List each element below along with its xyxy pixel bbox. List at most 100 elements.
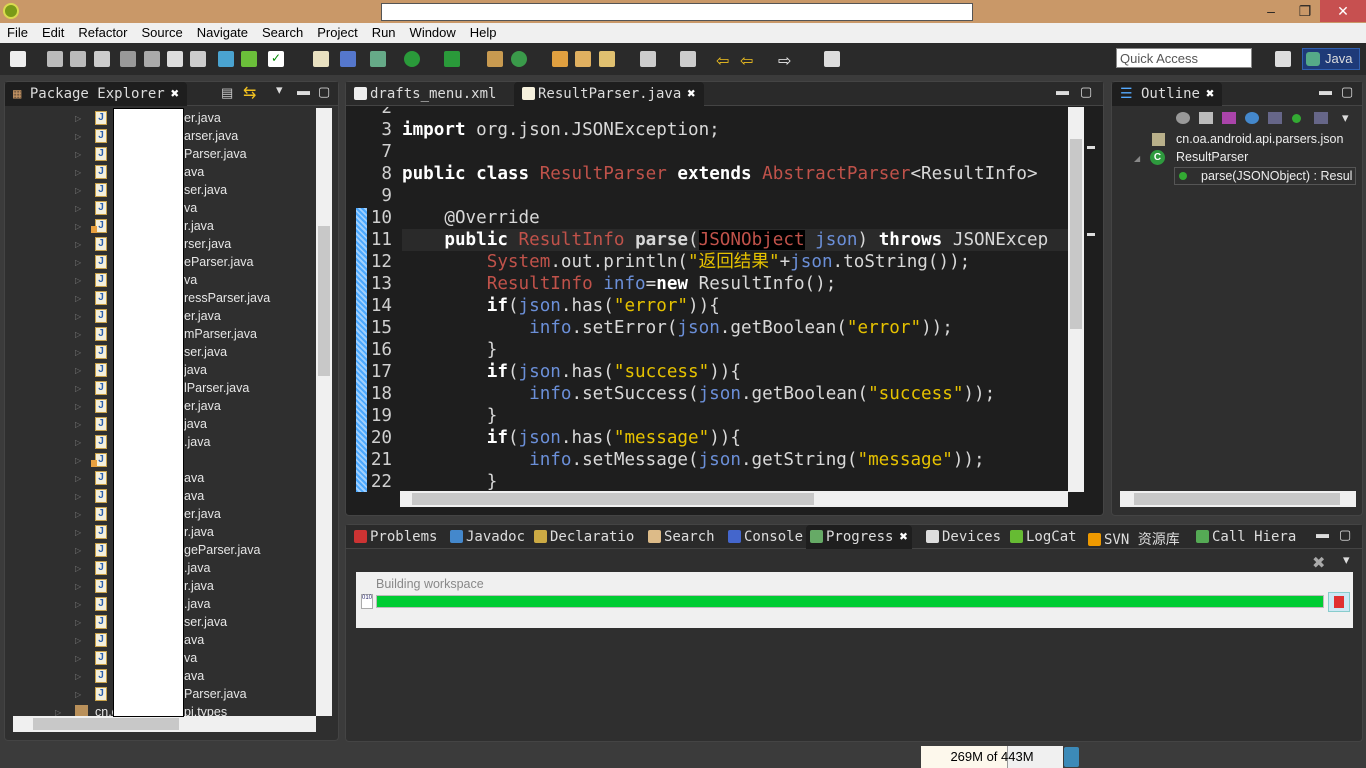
horizontal-scrollbar[interactable] [13,716,316,732]
menu-project[interactable]: Project [310,23,364,43]
view-menu-icon[interactable]: ▾ [276,82,283,98]
link-with-editor-icon[interactable]: ⇆ [243,83,256,103]
view-menu-icon[interactable]: ▾ [1342,110,1349,126]
tree-item-java-file[interactable]: ▷ Jr.java [75,578,315,596]
expand-icon[interactable]: ▷ [75,600,81,609]
maximize-icon[interactable]: ▢ [1341,84,1353,100]
maximize-icon[interactable]: ▢ [1339,527,1351,543]
tree-item-java-file[interactable]: ▷ Java [75,668,315,686]
tab-javadoc[interactable]: Javadoc [446,525,529,549]
expand-icon[interactable]: ▷ [75,582,81,591]
expand-icon[interactable]: ▷ [75,636,81,645]
quick-access-input[interactable] [1116,48,1252,68]
collapse-all-icon[interactable]: ▤ [221,85,233,101]
close-button[interactable]: ✕ [1320,0,1366,22]
pin-editor-icon[interactable] [824,51,840,67]
tab-declaratio[interactable]: Declaratio [530,525,638,549]
code-line[interactable]: @Override [402,207,539,229]
tree-item-java-file[interactable]: ▷ J .java [75,560,315,578]
open-perspective-icon[interactable] [1275,51,1291,67]
expand-icon[interactable]: ▷ [75,618,81,627]
expand-icon[interactable]: ▷ [75,654,81,663]
minimize-icon[interactable]: ▬ [1316,526,1329,541]
menu-run[interactable]: Run [365,23,403,43]
run-external-icon[interactable] [444,51,460,67]
tab-devices[interactable]: Devices [922,525,1005,549]
hide-fields-icon[interactable] [1245,112,1259,124]
next-annotation-icon[interactable] [640,51,656,67]
editor-horizontal-scrollbar[interactable] [400,491,1068,507]
previous-annotation-icon[interactable] [680,51,696,67]
expand-icon[interactable]: ▷ [75,672,81,681]
menu-edit[interactable]: Edit [35,23,71,43]
menu-refactor[interactable]: Refactor [71,23,134,43]
save-all-icon[interactable] [70,51,86,67]
tree-item-java-file[interactable]: ▷ J .java [75,596,315,614]
menu-window[interactable]: Window [403,23,463,43]
java-perspective-button[interactable]: Java [1302,48,1360,70]
tab-progress[interactable]: Progress ✖ [806,525,912,549]
back-icon[interactable]: ⇦ [740,51,756,70]
outline-package[interactable]: cn.oa.android.api.parsers.json [1176,132,1343,146]
code-line[interactable]: public ResultInfo parse(JSONObject json)… [402,229,1048,251]
code-line[interactable]: info.setMessage(json.getString("message"… [402,449,985,471]
code-line[interactable]: } [402,405,498,427]
code-line[interactable]: } [402,471,498,491]
tab-drafts-menu-xml[interactable]: drafts_menu.xml [346,82,504,106]
tree-item-java-file[interactable]: ▷ Jr.java [75,524,315,542]
code-line[interactable]: if(json.has("success")){ [402,361,741,383]
code-line[interactable]: ResultInfo info=new ResultInfo(); [402,273,837,295]
tab-search[interactable]: Search [644,525,719,549]
minimize-icon[interactable]: ▬ [1056,83,1069,98]
code-line[interactable]: info.setError(json.getBoolean("error")); [402,317,953,339]
code-line[interactable]: if(json.has("message")){ [402,427,741,449]
code-line[interactable]: System.out.println("返回结果"+json.toString(… [402,251,971,273]
view-menu-icon[interactable]: ▾ [1343,552,1350,568]
tree-item-java-file[interactable]: ▷ Jser.java [75,614,315,632]
cancel-operation-button[interactable] [1328,592,1350,612]
debug-icon[interactable] [370,51,386,67]
menu-search[interactable]: Search [255,23,310,43]
hide-static-icon[interactable] [1268,112,1282,124]
tree-item-java-file[interactable]: ▷ JgeParser.java [75,542,315,560]
minimize-button[interactable]: – [1254,0,1288,22]
forward-icon[interactable]: ⇨ [778,51,794,70]
tree-item-java-file[interactable]: ▷ Jva [75,650,315,668]
new-class-icon[interactable] [511,51,527,67]
close-icon[interactable]: ✖ [1206,86,1214,102]
tab-svn-[interactable]: SVN 资源库 [1084,525,1184,549]
restore-button[interactable]: ❐ [1288,0,1322,22]
new-package-icon[interactable] [487,51,503,67]
new-icon[interactable] [10,51,26,67]
task-check-icon[interactable]: ✓ [268,51,284,67]
maximize-icon[interactable]: ▢ [1080,84,1092,100]
edit-icon[interactable] [144,51,160,67]
tree-item-java-file[interactable]: ▷ J Parser.java [75,686,315,704]
code-line[interactable]: import org.json.JSONException; [402,119,720,141]
open-type-icon[interactable] [552,51,568,67]
outline-horizontal-scrollbar[interactable] [1120,491,1356,507]
editor-vertical-scrollbar[interactable] [1068,107,1084,492]
print-icon[interactable] [94,51,110,67]
tab-call-hiera[interactable]: Call Hiera [1192,525,1300,549]
close-icon[interactable]: ✖ [687,86,695,102]
tab-logcat[interactable]: LogCat [1006,525,1081,549]
expand-icon[interactable]: ▷ [75,510,81,519]
overview-marker[interactable] [1087,233,1095,236]
code-line[interactable]: } [402,339,498,361]
expand-icon[interactable]: ◢ [1134,154,1140,163]
outline-class[interactable]: ResultParser [1176,150,1248,164]
menu-file[interactable]: File [0,23,35,43]
tab-package-explorer[interactable]: ▦ Package Explorer ✖ [5,82,188,106]
code-line[interactable]: public class ResultParser extends Abstra… [402,163,1038,185]
expand-icon[interactable]: ▷ [75,690,81,699]
maximize-icon[interactable]: ▢ [318,84,330,100]
menu-source[interactable]: Source [135,23,190,43]
run-icon[interactable] [404,51,420,67]
last-edit-icon[interactable]: ⇦ [716,51,732,70]
minimize-icon[interactable]: ▬ [1319,83,1332,98]
code-line[interactable]: info.setSuccess(json.getBoolean("success… [402,383,995,405]
android-sdk-icon[interactable] [218,51,234,67]
open-resource-icon[interactable] [575,51,591,67]
tab-problems[interactable]: Problems [350,525,441,549]
